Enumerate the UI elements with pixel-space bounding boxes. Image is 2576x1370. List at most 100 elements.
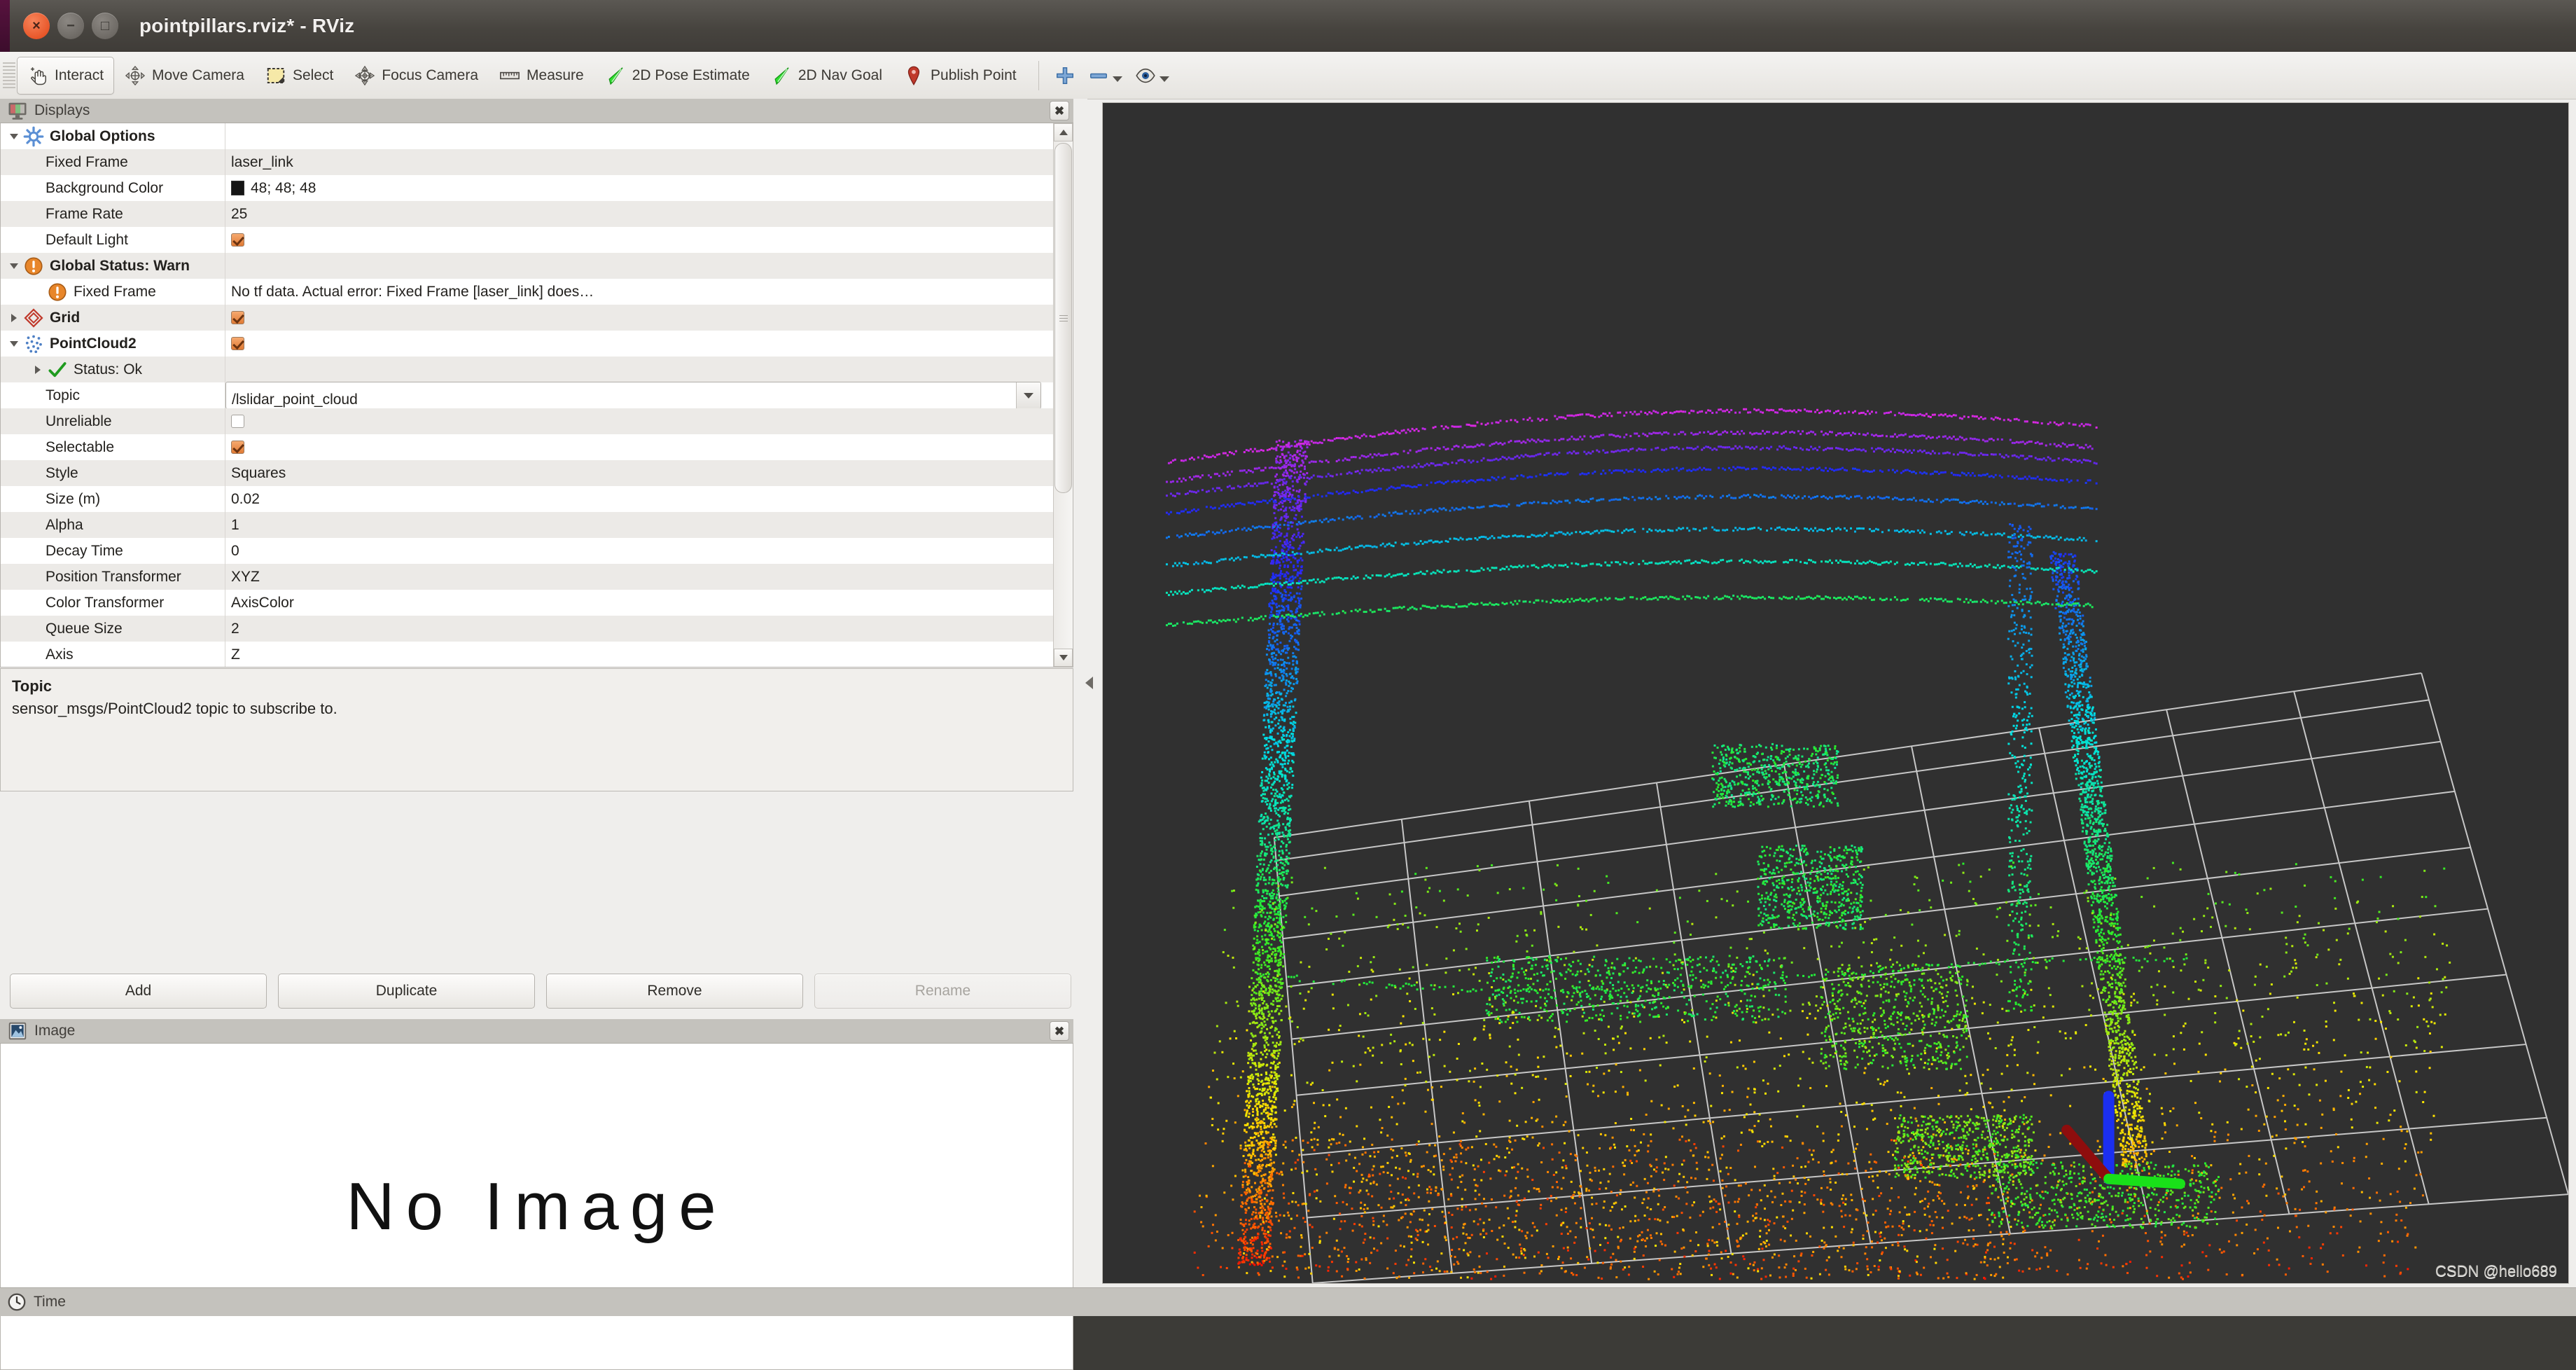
twisty-spacer xyxy=(30,201,46,227)
display-property-row[interactable]: Alpha1 xyxy=(1,512,1059,538)
display-property-row[interactable]: Global Options xyxy=(1,123,1059,149)
image-panel-close-button[interactable]: ✖ xyxy=(1050,1021,1069,1041)
property-value-text: laser_link xyxy=(231,154,293,171)
window-minimize-button[interactable]: − xyxy=(57,13,84,39)
display-property-row[interactable]: Global Status: Warn xyxy=(1,253,1059,279)
twisty-right-icon[interactable] xyxy=(6,305,22,331)
property-value-text: 0 xyxy=(231,543,239,560)
toolbar-extra-eye[interactable] xyxy=(1135,65,1169,86)
chevron-down-icon[interactable] xyxy=(1160,76,1169,82)
scroll-down-button[interactable] xyxy=(1054,649,1073,667)
display-property-row[interactable]: PointCloud2 xyxy=(1,331,1059,357)
duplicate-button[interactable]: Duplicate xyxy=(278,974,535,1009)
display-property-value[interactable] xyxy=(225,408,1059,434)
eye-icon xyxy=(1135,65,1156,86)
display-property-row[interactable]: Fixed FrameNo tf data. Actual error: Fix… xyxy=(1,279,1059,305)
checkbox-unchecked[interactable] xyxy=(231,415,244,428)
display-property-row[interactable]: Background Color 48; 48; 48 xyxy=(1,175,1059,201)
display-property-value[interactable]: 25 xyxy=(225,201,1059,227)
display-property-label: Global Status: Warn xyxy=(50,258,190,275)
topic-combobox[interactable]: /lslidar_point_cloud xyxy=(225,382,1041,409)
display-property-label: Background Color xyxy=(46,180,163,197)
toolbar-drag-handle[interactable] xyxy=(3,62,15,89)
display-property-row[interactable]: Color TransformerAxisColor xyxy=(1,590,1059,616)
display-property-row[interactable]: Default Light xyxy=(1,227,1059,253)
rviz-window: × − □ pointpillars.rviz* - RViz Interact… xyxy=(0,0,2576,1316)
display-property-row[interactable]: Unreliable xyxy=(1,408,1059,434)
description-title: Topic xyxy=(12,677,1061,696)
display-property-label: Size (m) xyxy=(46,491,100,508)
display-property-value[interactable]: AxisColor xyxy=(225,590,1059,616)
display-property-value[interactable]: 0.02 xyxy=(225,486,1059,512)
displays-panel-close-button[interactable]: ✖ xyxy=(1050,101,1069,120)
display-property-row[interactable]: Fixed Framelaser_link xyxy=(1,149,1059,175)
toolbar-button-move-camera[interactable]: Move Camera xyxy=(114,57,255,95)
chevron-down-icon[interactable] xyxy=(1016,382,1040,408)
checkbox-checked[interactable] xyxy=(231,311,244,324)
twisty-right-icon[interactable] xyxy=(30,357,46,382)
toolbar-button-2d-nav-goal[interactable]: 2D Nav Goal xyxy=(760,57,893,95)
display-property-value[interactable]: 0 xyxy=(225,538,1059,564)
display-property-value[interactable]: Squares xyxy=(225,460,1059,486)
toolbar-button-measure[interactable]: Measure xyxy=(489,57,594,95)
display-property-value[interactable] xyxy=(225,227,1059,253)
display-property-label: Queue Size xyxy=(46,621,123,637)
display-property-value[interactable] xyxy=(225,305,1059,331)
add-button[interactable]: Add xyxy=(10,974,267,1009)
twisty-down-icon[interactable] xyxy=(6,331,22,357)
window-maximize-button[interactable]: □ xyxy=(92,13,118,39)
toolbar-extra-plus[interactable] xyxy=(1054,65,1075,86)
display-property-row[interactable]: Frame Rate25 xyxy=(1,201,1059,227)
checkbox-checked[interactable] xyxy=(231,441,244,454)
chevron-down-icon[interactable] xyxy=(1113,76,1122,82)
toolbar-button-focus-camera[interactable]: Focus Camera xyxy=(344,57,489,95)
twisty-spacer xyxy=(30,227,46,253)
checkbox-checked[interactable] xyxy=(231,337,244,350)
display-property-value xyxy=(225,357,1059,382)
display-property-row[interactable]: Position TransformerXYZ xyxy=(1,564,1059,590)
display-property-value[interactable]: No tf data. Actual error: Fixed Frame [l… xyxy=(225,279,1059,305)
display-property-value[interactable]: XYZ xyxy=(225,564,1059,590)
image-panel: Image ✖ No Image xyxy=(0,1019,1073,1369)
display-property-value[interactable] xyxy=(225,331,1059,357)
twisty-spacer xyxy=(30,149,46,175)
displays-tree[interactable]: Global OptionsFixed Framelaser_linkBackg… xyxy=(0,123,1073,667)
dock-splitter-handle[interactable] xyxy=(1082,672,1096,693)
display-property-row[interactable]: Grid xyxy=(1,305,1059,331)
toolbar-button-publish-point[interactable]: Publish Point xyxy=(893,57,1027,95)
checkbox-checked[interactable] xyxy=(231,233,244,247)
display-property-value[interactable]: Z xyxy=(225,642,1059,667)
display-property-label: Default Light xyxy=(46,232,128,249)
twisty-down-icon[interactable] xyxy=(6,253,22,279)
toolbar-button-select[interactable]: Select xyxy=(255,57,344,95)
toolbar-button-2d-pose-estimate[interactable]: 2D Pose Estimate xyxy=(594,57,760,95)
display-property-value[interactable]: 1 xyxy=(225,512,1059,538)
display-property-row[interactable]: Decay Time0 xyxy=(1,538,1059,564)
twisty-down-icon[interactable] xyxy=(6,123,22,149)
display-property-row[interactable]: Status: Ok xyxy=(1,357,1059,382)
render-viewport-3d[interactable]: CSDN @hello689 xyxy=(1102,102,2569,1284)
property-value-text: 2 xyxy=(231,621,239,637)
remove-button[interactable]: Remove xyxy=(546,974,803,1009)
displays-scrollbar[interactable] xyxy=(1053,123,1073,667)
display-property-row[interactable]: Queue Size 2 xyxy=(1,616,1059,642)
display-property-row[interactable]: Size (m) 0.02 xyxy=(1,486,1059,512)
left-dock: Displays ✖ Global OptionsFixed Framelase… xyxy=(0,99,1087,1316)
display-property-value[interactable] xyxy=(225,434,1059,460)
display-property-value[interactable]: 48; 48; 48 xyxy=(225,175,1059,201)
display-property-row[interactable]: AxisZ xyxy=(1,642,1059,667)
display-property-row[interactable]: StyleSquares xyxy=(1,460,1059,486)
window-close-button[interactable]: × xyxy=(23,13,50,39)
display-property-row[interactable]: Selectable xyxy=(1,434,1059,460)
display-property-value[interactable]: laser_link xyxy=(225,149,1059,175)
toolbar-button-interact[interactable]: Interact xyxy=(17,57,114,95)
scrollbar-thumb[interactable] xyxy=(1054,143,1072,493)
scroll-up-button[interactable] xyxy=(1054,123,1073,141)
dashed-rect-icon xyxy=(265,65,286,86)
toolbar-extra-minus[interactable] xyxy=(1088,65,1122,86)
display-property-value[interactable]: 2 xyxy=(225,616,1059,642)
twisty-spacer xyxy=(30,279,46,305)
main-toolbar: InteractMove CameraSelectFocus CameraMea… xyxy=(0,52,2576,99)
color-swatch[interactable] xyxy=(231,181,244,195)
display-property-row[interactable]: Topic/lslidar_point_cloud xyxy=(1,382,1059,408)
